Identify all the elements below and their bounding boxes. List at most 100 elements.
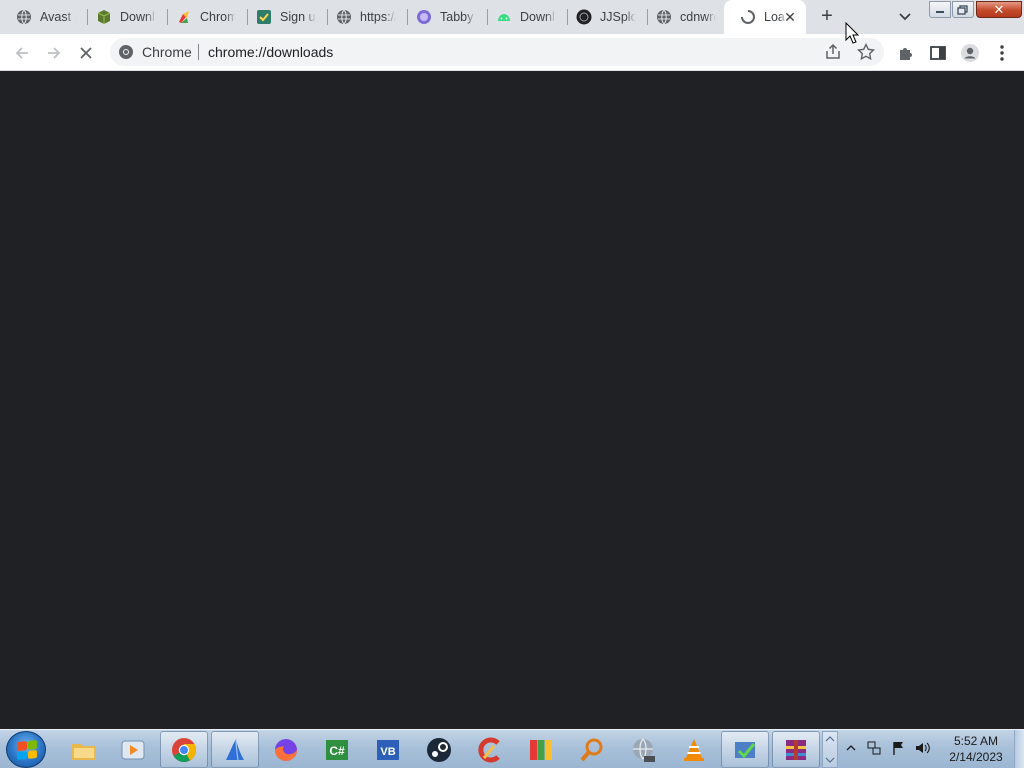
restore-button[interactable] [952,1,974,18]
tab-8[interactable]: JJSploit [560,0,648,34]
taskbar-app-ccleaner[interactable] [466,731,514,768]
close-window-button[interactable]: ✕ [976,1,1022,18]
tab-title: https:// [360,10,396,24]
taskbar-app-google-earth-pro[interactable] [619,731,667,768]
taskbar-app-shark[interactable] [211,731,259,768]
taskbar-app-winrar[interactable] [772,731,820,768]
tab-title: Avast | [40,10,76,24]
vlc-icon [684,738,704,761]
tab-9[interactable]: cdnwro [640,0,728,34]
back-arrow-icon [15,47,28,59]
speaker-icon [916,742,930,754]
restore-icon [957,4,968,15]
taskbar-app-vlc[interactable] [670,731,718,768]
chrome-logo-icon [118,44,134,60]
forward-button[interactable] [42,41,66,65]
svg-text:VB: VB [380,746,395,758]
tab-title: JJSploit [600,10,636,24]
taskbar-app-firefox[interactable] [262,731,310,768]
page-content-area [0,71,1024,729]
chrome-paint-icon [176,9,192,25]
network-icon [867,741,881,755]
winrar-color-icon [530,739,552,760]
taskbar-app-search-tool[interactable] [568,731,616,768]
tab-2[interactable]: Downlo [80,0,168,34]
taskbar-app-steam[interactable] [415,731,463,768]
tab-strip: Avast | Downlo Chrome Sign up https:// [0,0,1024,34]
show-desktop-button[interactable] [1014,730,1024,768]
taskbar-app-media-player[interactable] [109,731,157,768]
action-center-tray-icon[interactable] [889,739,907,757]
tab-6[interactable]: Tabby C [400,0,488,34]
start-button[interactable] [6,731,46,768]
url-text[interactable]: chrome://downloads [208,44,333,60]
show-hidden-icons-button[interactable] [842,739,860,757]
globe-icon [16,9,32,25]
tab-title: Sign up [280,10,316,24]
mouse-cursor-icon [845,22,859,44]
flag-icon [893,742,903,755]
chevron-up-icon [846,745,856,751]
tab-7[interactable]: Downlo [480,0,568,34]
taskbar-app-explorer[interactable] [60,731,108,768]
taskbar-app-csharp[interactable]: C# [313,731,361,768]
taskbar-scroll-button[interactable] [822,731,838,768]
taskbar-app-installer[interactable] [721,731,769,768]
extensions-button[interactable] [894,41,918,65]
volume-tray-icon[interactable] [913,739,931,757]
avatar-icon [961,44,979,62]
taskbar-app-winrar-color[interactable] [517,731,565,768]
tabby-icon [416,9,432,25]
side-panel-button[interactable] [926,41,950,65]
network-tray-icon[interactable] [865,739,883,757]
share-icon[interactable] [824,43,842,61]
close-icon: ✕ [993,1,1005,17]
tab-3[interactable]: Chrome [160,0,248,34]
profile-button[interactable] [958,41,982,65]
menu-button[interactable] [990,41,1014,65]
taskbar-app-chrome[interactable] [160,731,208,768]
tab-title: Chrome [200,10,236,24]
tab-4[interactable]: Sign up [240,0,328,34]
address-bar[interactable]: Chrome chrome://downloads [110,38,884,66]
windows-logo-icon [17,739,37,761]
clock-date: 2/14/2023 [949,750,1003,764]
explorer-icon [72,743,96,760]
new-tab-button[interactable]: + [815,5,839,29]
taskbar-app-vb[interactable]: VB [364,731,412,768]
google-earth-pro-icon [633,738,655,762]
winrar-icon [786,739,806,760]
globe-icon [656,9,672,25]
search-tool-icon [580,738,603,761]
media-player-icon [121,740,145,759]
tab-title: Downlo [120,10,156,24]
steam-icon [427,737,451,762]
tab-title: Downlo [520,10,556,24]
browser-toolbar: Chrome chrome://downloads [0,34,1024,71]
chrome-icon [172,737,197,762]
back-button[interactable] [10,41,34,65]
tab-title: cdnwro [680,10,716,24]
firefox-icon [275,738,297,761]
close-icon [80,47,92,59]
address-divider [198,44,199,60]
minimize-icon [936,10,944,13]
tab-search-button[interactable] [893,6,917,28]
csharp-icon: C# [326,739,348,760]
tab-active-downloads[interactable]: Loa ✕ [724,0,806,34]
signup-icon [256,9,272,25]
shark-app-icon [226,738,244,760]
tab-5[interactable]: https:// [320,0,408,34]
system-clock[interactable]: 5:52 AM 2/14/2023 [940,733,1012,765]
minimize-button[interactable] [929,1,951,18]
tab-close-icon[interactable]: ✕ [782,9,798,25]
stop-loading-button[interactable] [74,41,98,65]
tab-1[interactable]: Avast | [0,0,88,34]
loading-spinner-icon [740,9,756,25]
box-icon [96,9,112,25]
jjsploit-icon [576,9,592,25]
installer-icon [735,741,756,758]
bookmark-star-icon[interactable] [856,42,876,62]
svg-text:C#: C# [329,744,345,758]
tab-title: Tabby C [440,10,476,24]
